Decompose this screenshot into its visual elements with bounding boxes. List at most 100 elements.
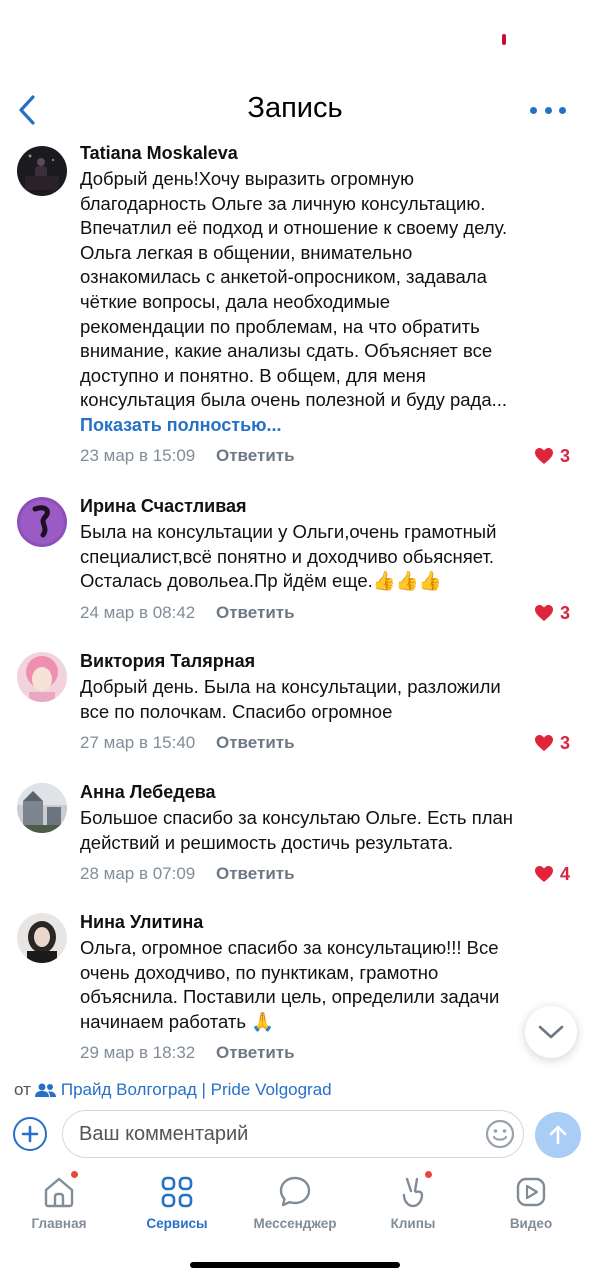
- avatar-photo-icon: [17, 497, 67, 547]
- tab-clips[interactable]: Клипы: [358, 1166, 468, 1236]
- tab-label: Главная: [31, 1216, 87, 1231]
- comment-time: 24 мар в 08:42: [80, 602, 196, 622]
- reply-button[interactable]: Ответить: [216, 1038, 295, 1068]
- like-count: 3: [559, 602, 570, 623]
- comment-text-line: консультация была очень полезной и буду …: [80, 389, 508, 411]
- plus-icon: [21, 1125, 39, 1143]
- comment-text: Была на консультации у Ольги,очень грамо…: [80, 520, 576, 594]
- tab-services[interactable]: Сервисы: [122, 1166, 232, 1236]
- messenger-icon: [277, 1174, 313, 1210]
- comment-time: 29 мар в 18:32: [80, 1043, 196, 1063]
- comment-text-line: действий и решимость достичь результата.: [80, 831, 454, 853]
- comment-text-line: доступно и понятно. В общем, для меня: [80, 364, 426, 386]
- comment-text-line: все по полочкам. Спасибо огромное: [80, 700, 393, 722]
- comment-text-line: Ольга легкая в общении, внимательно: [80, 241, 413, 263]
- reply-button[interactable]: Ответить: [216, 441, 295, 471]
- source-prefix: от: [14, 1080, 31, 1099]
- reply-button[interactable]: Ответить: [216, 728, 295, 758]
- video-icon: [513, 1174, 549, 1210]
- like-button[interactable]: 4: [534, 859, 570, 889]
- comment-meta: 29 мар в 18:32 Ответить: [80, 1038, 576, 1068]
- comment-author[interactable]: Виктория Талярная: [80, 650, 576, 674]
- arrow-up-icon: [549, 1125, 567, 1145]
- show-more-link[interactable]: Показать полностью...: [80, 413, 576, 437]
- comment-meta: 27 мар в 15:40 Ответить 3: [80, 728, 576, 758]
- heart-icon: [534, 447, 553, 464]
- smile-icon: [485, 1119, 515, 1149]
- comment-text-line: Осталась довольеа.Пр йдём еще.👍👍👍: [80, 570, 442, 592]
- more-dot-icon: [530, 106, 537, 114]
- tab-label: Мессенджер: [253, 1216, 337, 1231]
- clips-icon: [395, 1170, 433, 1210]
- like-button[interactable]: 3: [534, 728, 570, 758]
- comment-text: Добрый день. Была на консультации, разло…: [80, 675, 576, 724]
- comment-input-box: [62, 1110, 524, 1158]
- comment-text-line: Добрый день. Была на консультации, разло…: [80, 676, 501, 697]
- avatar[interactable]: [17, 783, 67, 833]
- comment-author[interactable]: Tatiana Moskaleva: [80, 142, 576, 166]
- heart-icon: [534, 604, 553, 621]
- comment-text-line: рекомендации по проблемам, на что обрати…: [80, 315, 480, 337]
- comment-text: Большое спасибо за консультаю Ольге. Ест…: [80, 806, 576, 855]
- heart-icon: [534, 735, 553, 752]
- like-count: 3: [559, 445, 570, 466]
- tab-label: Клипы: [390, 1216, 436, 1231]
- reply-button[interactable]: Ответить: [216, 598, 295, 628]
- tab-label: Видео: [509, 1216, 553, 1231]
- tab-messenger[interactable]: Мессенджер: [240, 1166, 350, 1236]
- more-options-button[interactable]: [530, 98, 566, 122]
- like-button[interactable]: 3: [534, 441, 570, 471]
- services-icon: [159, 1174, 195, 1210]
- comment-text: Добрый день!Хочу выразить огромную благо…: [80, 167, 576, 413]
- avatar[interactable]: [17, 146, 67, 196]
- comment-text: Ольга, огромное спасибо за консультацию!…: [80, 936, 576, 1034]
- comment-meta: 24 мар в 08:42 Ответить 3: [80, 598, 576, 628]
- comment-text-line: очень доходчиво, по пунктикам, грамотно: [80, 961, 439, 983]
- comment-text-line: внимание, какие анализы сдать. Объясняет…: [80, 340, 493, 362]
- page-title: Запись: [247, 92, 343, 124]
- notification-badge: [70, 1170, 79, 1179]
- comment-composer: [0, 1108, 590, 1164]
- source-group-link[interactable]: Прайд Волгоград | Pride Volgograd: [61, 1080, 332, 1100]
- comment-time: 27 мар в 15:40: [80, 733, 196, 753]
- avatar-photo-icon: [17, 652, 67, 702]
- avatar[interactable]: [17, 913, 67, 963]
- add-attachment-button[interactable]: [13, 1117, 47, 1151]
- tab-home[interactable]: Главная: [4, 1166, 114, 1236]
- comment-text-line: Впечатлил её подход и отношение к своему…: [80, 217, 508, 239]
- tab-label: Сервисы: [146, 1216, 208, 1231]
- comment-input[interactable]: [79, 1111, 479, 1157]
- reply-button[interactable]: Ответить: [216, 859, 295, 889]
- comment-text-line: благодарность Ольге за личную консультац…: [80, 192, 486, 214]
- scroll-down-button[interactable]: [525, 1006, 577, 1058]
- avatar-photo-icon: [17, 913, 67, 963]
- more-dot-icon: [559, 106, 566, 114]
- like-count: 4: [559, 864, 570, 885]
- comment-author[interactable]: Нина Улитина: [80, 911, 576, 935]
- tab-video[interactable]: Видео: [476, 1166, 586, 1236]
- like-button[interactable]: 3: [534, 598, 570, 628]
- avatar-photo-icon: [17, 146, 67, 196]
- group-icon: [34, 1083, 56, 1097]
- comment-author[interactable]: Анна Лебедева: [80, 781, 576, 805]
- chevron-down-icon: [538, 1025, 564, 1039]
- avatar[interactable]: [17, 652, 67, 702]
- status-indicator: [502, 34, 506, 45]
- send-button[interactable]: [535, 1112, 581, 1158]
- comment-text-line: Добрый день!Хочу выразить огромную: [80, 168, 415, 189]
- comment-text-line: специалист,всё понятно и доходчиво обьяс…: [80, 545, 495, 567]
- comment-text-line: начинаем работать 🙏: [80, 1010, 275, 1032]
- notification-badge: [424, 1170, 433, 1179]
- comment-text-line: Была на консультации у Ольги,очень грамо…: [80, 521, 497, 542]
- avatar-photo-icon: [17, 783, 67, 833]
- more-dot-icon: [544, 106, 552, 114]
- comment-time: 28 мар в 07:09: [80, 864, 196, 884]
- comment-text-line: Ольга, огромное спасибо за консультацию!…: [80, 937, 499, 958]
- comment-meta: 28 мар в 07:09 Ответить 4: [80, 859, 576, 889]
- heart-icon: [534, 866, 553, 883]
- comment-author[interactable]: Ирина Счастливая: [80, 495, 576, 519]
- avatar[interactable]: [17, 497, 67, 547]
- comment-text-line: ознакомилась с анкетой-опросником, задав…: [80, 266, 487, 288]
- post-source: от Прайд Волгоград | Pride Volgograd: [14, 1080, 332, 1100]
- emoji-button[interactable]: [485, 1119, 515, 1149]
